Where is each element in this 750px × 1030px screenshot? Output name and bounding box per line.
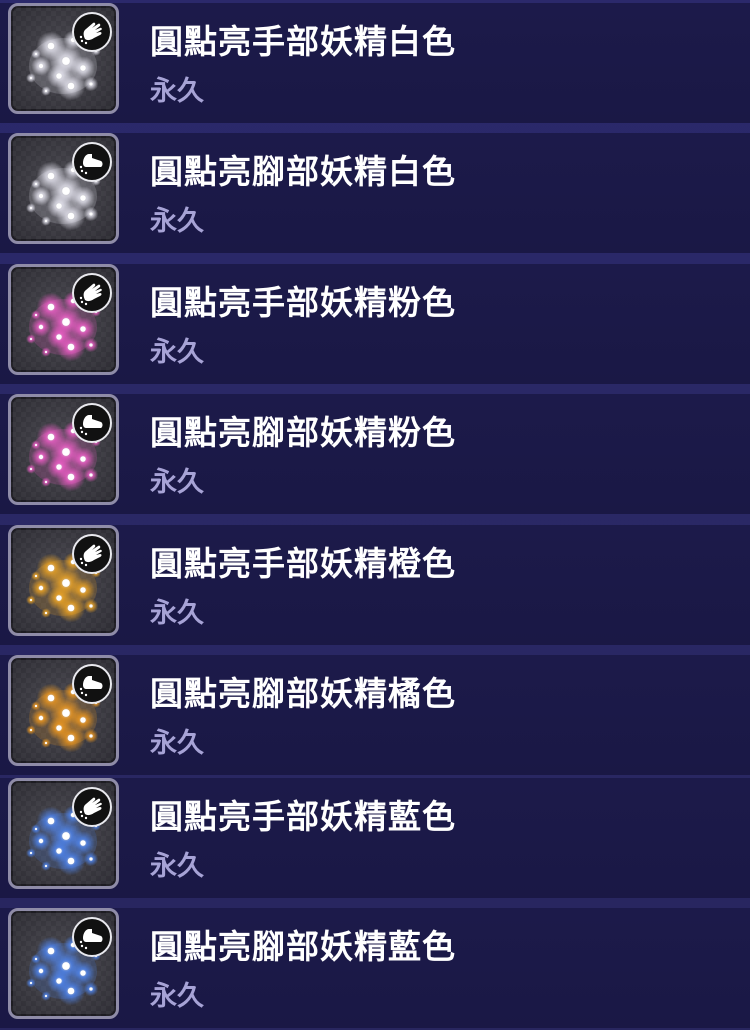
item-title: 圓點亮腳部妖精白色 [150, 152, 456, 191]
item-title: 圓點亮腳部妖精藍色 [150, 927, 456, 966]
item-thumbnail [8, 394, 119, 505]
item-thumbnail [8, 655, 119, 766]
item-duration: 永久 [150, 337, 204, 368]
foot-icon [72, 142, 112, 182]
item-thumbnail [8, 133, 119, 244]
hand-icon [72, 12, 112, 52]
item-thumbnail [8, 778, 119, 889]
item-thumbnail [8, 525, 119, 636]
list-item[interactable]: 圓點亮腳部妖精白色 永久 [0, 133, 750, 253]
item-title: 圓點亮手部妖精橙色 [150, 544, 456, 583]
item-title: 圓點亮腳部妖精橘色 [150, 674, 456, 713]
list-item[interactable]: 圓點亮腳部妖精藍色 永久 [0, 908, 750, 1028]
list-item[interactable]: 圓點亮手部妖精橙色 永久 [0, 525, 750, 645]
item-thumbnail [8, 3, 119, 114]
item-title: 圓點亮手部妖精藍色 [150, 797, 456, 836]
foot-icon [72, 917, 112, 957]
item-duration: 永久 [150, 981, 204, 1012]
item-thumbnail [8, 908, 119, 1019]
list-item[interactable]: 圓點亮手部妖精粉色 永久 [0, 264, 750, 384]
item-duration: 永久 [150, 851, 204, 882]
list-item[interactable]: 圓點亮腳部妖精橘色 永久 [0, 655, 750, 775]
item-duration: 永久 [150, 467, 204, 498]
item-title: 圓點亮手部妖精粉色 [150, 283, 456, 322]
hand-icon [72, 787, 112, 827]
item-duration: 永久 [150, 76, 204, 107]
foot-icon [72, 664, 112, 704]
item-duration: 永久 [150, 728, 204, 759]
list-item[interactable]: 圓點亮手部妖精白色 永久 [0, 3, 750, 123]
item-list: 圓點亮手部妖精白色 永久 圓點亮腳部妖精白色 永久 圓點亮手部妖精粉色 永久 圓… [0, 0, 750, 1030]
list-item[interactable]: 圓點亮手部妖精藍色 永久 [0, 778, 750, 898]
item-duration: 永久 [150, 598, 204, 629]
item-duration: 永久 [150, 206, 204, 237]
list-item[interactable]: 圓點亮腳部妖精粉色 永久 [0, 394, 750, 514]
hand-icon [72, 273, 112, 313]
foot-icon [72, 403, 112, 443]
item-title: 圓點亮腳部妖精粉色 [150, 413, 456, 452]
item-title: 圓點亮手部妖精白色 [150, 22, 456, 61]
item-thumbnail [8, 264, 119, 375]
hand-icon [72, 534, 112, 574]
